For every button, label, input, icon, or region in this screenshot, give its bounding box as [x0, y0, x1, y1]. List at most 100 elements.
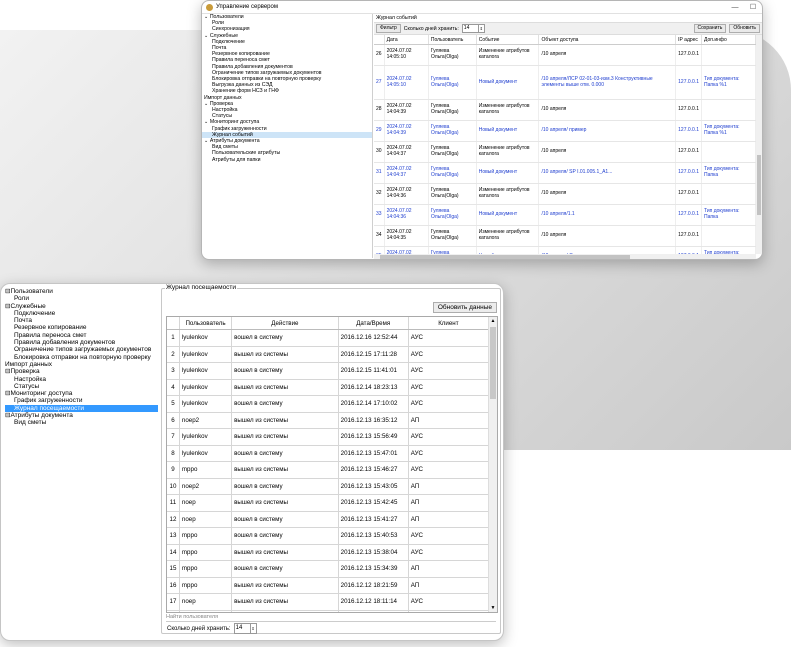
tree-item[interactable]: Импорт данных [5, 361, 158, 368]
table-row[interactable]: 11 noep вышел из системы 2016.12.13 15:42:4… [167, 494, 490, 512]
table-row[interactable]: 27 2024.07.02 14:05:10 Гуляева Ольга(Olga)… [374, 65, 756, 100]
tree-item[interactable]: Правила добавления документов [5, 339, 158, 346]
table-row[interactable]: 7 lyulenkov вышел из системы 2016.12.13 15:… [167, 428, 490, 446]
table-row[interactable]: 5 lyulenkov вошел в систему 2016.12.14 17:1… [167, 395, 490, 413]
scroll-thumb[interactable] [490, 327, 496, 399]
days-value[interactable]: 14 [463, 25, 478, 32]
column-header[interactable]: IP адрес [675, 35, 702, 45]
table-cell: АУС [408, 395, 490, 413]
scroll-thumb[interactable] [380, 255, 630, 259]
save-button[interactable]: Сохранить [693, 24, 727, 33]
table-cell: lyulenkov [179, 428, 233, 446]
minimize-button[interactable]: — [726, 4, 744, 11]
filter-button[interactable]: Фильтр [376, 24, 401, 33]
scroll-thumb[interactable] [757, 155, 761, 215]
table-row[interactable]: 16 mppo вышел из системы 2016.12.12 18:21:5… [167, 577, 490, 594]
tree-item[interactable]: Настройка [5, 376, 158, 383]
maximize-button[interactable]: ☐ [744, 3, 762, 11]
table-row[interactable]: 14 mppo вышел из системы 2016.12.13 15:38:0… [167, 544, 490, 561]
horizontal-scrollbar[interactable] [374, 254, 756, 259]
tree-item[interactable]: ⊟Мониторинг доступа [5, 390, 158, 397]
column-header[interactable]: Действие [231, 317, 339, 330]
table-row[interactable]: 31 2024.07.02 14:04:37 Гуляева Ольга(Olga)… [374, 162, 756, 184]
column-header[interactable]: Клиент [408, 317, 490, 330]
table-row[interactable]: 10 noep2 вошел в систему 2016.12.13 15:43:0… [167, 478, 490, 495]
table-row[interactable]: 2 lyulenkov вышел из системы 2016.12.15 17:… [167, 346, 490, 363]
table-row[interactable]: 1 lyulenkov вошел в систему 2016.12.16 12:5… [167, 329, 490, 347]
table-row[interactable]: 15 mppo вошел в систему 2016.12.13 15:34:39… [167, 560, 490, 578]
chevron-down-icon[interactable]: ⌄ [204, 138, 208, 144]
column-header[interactable]: Пользователь [179, 317, 233, 330]
column-header[interactable]: Пользователь [428, 35, 477, 45]
table-cell: /10 апреля [538, 44, 677, 66]
tree-item[interactable]: ⊟Пользователи [5, 288, 158, 295]
table-row[interactable]: 33 2024.07.02 14:04:36 Гуляева Ольга(Olga)… [374, 204, 756, 226]
tree-item[interactable]: Блокировка отправки на повторную проверк… [5, 354, 158, 361]
tree-item[interactable]: Почта [5, 317, 158, 324]
refresh-data-button[interactable]: Обновить данные [432, 302, 497, 313]
table-row[interactable]: 32 2024.07.02 14:04:36 Гуляева Ольга(Olga)… [374, 183, 756, 205]
attendance-group: Журнал посещаемости Обновить данные Поль… [161, 284, 501, 634]
table-row[interactable]: 4 lyulenkov вышел из системы 2016.12.14 18:… [167, 379, 490, 396]
tree-item[interactable]: График загруженности [5, 397, 158, 404]
column-header[interactable] [167, 317, 180, 330]
column-header[interactable]: Дата/Время [338, 317, 409, 330]
table-row[interactable]: 12 noep вошел в систему 2016.12.13 15:41:27… [167, 511, 490, 528]
table-cell: 26 [374, 44, 385, 66]
tree-item[interactable]: Роли [5, 295, 158, 302]
tree-item[interactable]: ⊟Проверка [5, 368, 158, 375]
tree-item[interactable]: Ограничение типов загружаемых документов [5, 346, 158, 353]
table-cell: 127.0.0.1 [675, 65, 702, 100]
tree-item[interactable]: Подключение [5, 310, 158, 317]
chevron-down-icon[interactable]: ⌄ [204, 33, 208, 39]
tree-item[interactable]: Статусы [5, 383, 158, 390]
table-row[interactable]: 8 lyulenkov вошел в систему 2016.12.13 15:4… [167, 445, 490, 462]
days-stepper[interactable]: 14 ⇕ [461, 24, 485, 33]
table-cell: Изменение атрибутов каталога [476, 44, 540, 66]
table-row[interactable]: 30 2024.07.02 14:04:37 Гуляева Ольга(Olga)… [374, 141, 756, 163]
tree-item-label: Проверка [209, 100, 234, 107]
tree-item[interactable]: Резервное копирование [5, 324, 158, 331]
tree-item[interactable]: ⊟Атрибуты документа [5, 412, 158, 419]
title-bar: Управление сервером — ☐ [202, 1, 762, 14]
tree-item[interactable]: Журнал посещаемости [5, 404, 158, 413]
scroll-up-icon[interactable]: ▲ [489, 317, 497, 325]
table-row[interactable]: 6 noep2 вышел из системы 2016.12.13 16:35:1… [167, 412, 490, 429]
spin-arrows-icon[interactable]: ⇕ [249, 624, 256, 633]
table-cell: 2016.12.13 15:47:01 [338, 445, 409, 462]
spin-arrows-icon[interactable]: ⇕ [477, 25, 484, 32]
chevron-down-icon[interactable]: ⌄ [204, 119, 208, 125]
user-search-input[interactable]: Найти пользователя [166, 613, 496, 622]
column-header[interactable] [374, 35, 385, 45]
table-cell: Новый документ [476, 162, 540, 184]
column-header[interactable]: Событие [476, 35, 540, 45]
column-header[interactable]: Объект доступа [538, 35, 677, 45]
refresh-button[interactable]: Обновить [729, 24, 760, 33]
table-row[interactable]: 26 2024.07.02 14:05:10 Гуляева Ольга(Olga)… [374, 44, 756, 66]
scroll-down-icon[interactable]: ▼ [489, 604, 497, 612]
tree-item-label: Вид сметы [212, 144, 238, 151]
tree-item[interactable]: Атрибуты для папки [202, 157, 372, 163]
tree-item[interactable]: Правила переноса смет [5, 332, 158, 339]
table-row[interactable]: 3 lyulenkov вошел в систему 2016.12.15 11:4… [167, 362, 490, 380]
column-header[interactable]: Доп.инфо [701, 35, 756, 45]
vertical-scrollbar[interactable] [756, 35, 762, 254]
tree-item[interactable]: ⊟Служебные [5, 303, 158, 310]
column-header[interactable]: Дата [384, 35, 429, 45]
tree-item-label: Ограничение типов загружаемых документов [14, 346, 152, 354]
chevron-down-icon[interactable]: ⌄ [204, 14, 208, 20]
table-row[interactable]: 13 mppo вошел в систему 2016.12.13 15:40:53… [167, 527, 490, 545]
tree-item[interactable]: Вид сметы [5, 419, 158, 426]
table-row[interactable]: 9 mppo вышел из системы 2016.12.13 15:46:27… [167, 461, 490, 479]
table-row[interactable]: 17 noep вышел из системы 2016.12.12 18:11:1… [167, 593, 490, 611]
settings-tree: ⊟Пользователи Роли ⊟Служебные Подключение По… [5, 288, 158, 636]
chevron-down-icon[interactable]: ⌄ [204, 101, 208, 107]
days-stepper[interactable]: 14 ⇕ [233, 623, 257, 634]
vertical-scrollbar[interactable]: ▲ ▼ [488, 317, 497, 612]
days-value[interactable]: 14 [235, 624, 250, 633]
table-row[interactable]: 34 2024.07.02 14:04:35 Гуляева Ольга(Olga)… [374, 225, 756, 247]
table-row[interactable]: 29 2024.07.02 14:04:39 Гуляева Ольга(Olga)… [374, 120, 756, 142]
tree-item-label: Атрибуты для папки [212, 156, 261, 163]
table-row[interactable]: 28 2024.07.02 14:04:39 Гуляева Ольга(Olga)… [374, 99, 756, 121]
table-cell: Гуляева Ольга(Olga) [428, 141, 477, 163]
